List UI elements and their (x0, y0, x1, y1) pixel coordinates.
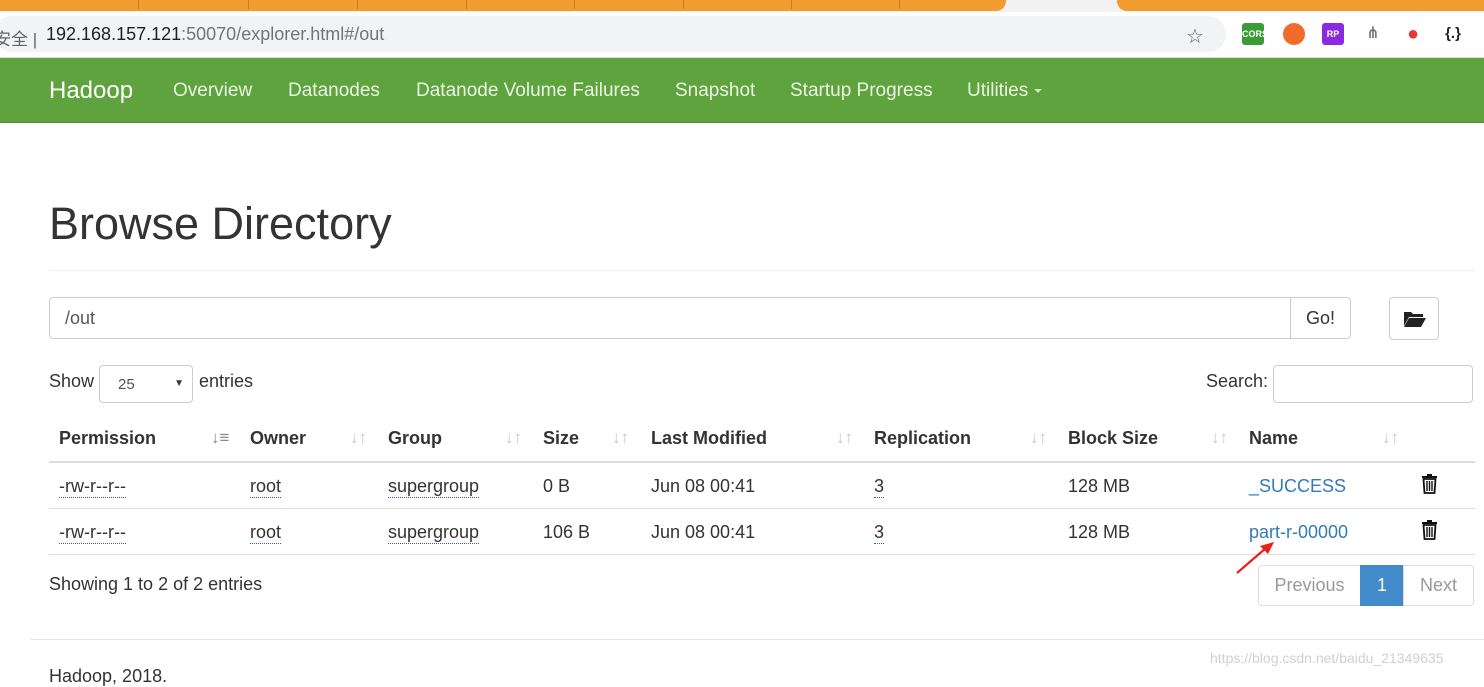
tab-separator (466, 0, 467, 9)
caret-down-icon (1034, 88, 1043, 93)
owner-cell[interactable]: root (250, 476, 282, 498)
url-host: 192.168.157.121 (46, 24, 182, 44)
tab-separator (899, 0, 900, 9)
nav-datanodes[interactable]: Datanodes (288, 80, 380, 102)
url-path: :50070/explorer.html#/out (181, 24, 385, 44)
cors-extension-icon[interactable]: CORS (1242, 23, 1268, 45)
tab-separator (357, 0, 358, 9)
browser-tab-strip (0, 0, 1484, 12)
hadoop-navbar: Hadoop Overview Datanodes Datanode Volum… (0, 58, 1484, 123)
sort-ascending-icon[interactable]: ↓≡ (211, 428, 229, 448)
block-size-cell: 128 MB (1068, 476, 1131, 496)
browser-tab-group[interactable] (0, 0, 1006, 11)
rp-extension-icon[interactable]: RP (1322, 23, 1344, 45)
column-header-permission[interactable]: Permission (59, 428, 156, 449)
entries-select-value: 25 (118, 376, 135, 393)
trash-icon[interactable] (1421, 520, 1438, 540)
replication-cell[interactable]: 3 (874, 476, 885, 498)
address-bar[interactable]: 安全 | 192.168.157.121:50070/explorer.html… (0, 16, 1226, 52)
bookmark-star-icon[interactable]: ☆ (1186, 24, 1204, 49)
column-header-replication[interactable]: Replication (874, 428, 971, 449)
select-arrow-icon: ▼ (174, 378, 184, 389)
column-header-group[interactable]: Group (388, 428, 442, 449)
sort-icon[interactable]: ↓↑ (1382, 428, 1399, 448)
show-label: Show (49, 371, 95, 391)
watermark: https://blog.csdn.net/baidu_21349635 (1210, 650, 1444, 666)
browser-tab-group[interactable] (1117, 0, 1484, 11)
trash-icon[interactable] (1421, 474, 1438, 494)
divider (49, 270, 1475, 271)
sort-icon[interactable]: ↓↑ (1211, 428, 1228, 448)
page-title: Browse Directory (49, 198, 392, 249)
search-input[interactable] (1273, 365, 1473, 403)
footer-divider (30, 639, 1484, 640)
create-directory-button[interactable] (1389, 297, 1439, 340)
search-label: Search: (1206, 371, 1269, 391)
nav-overview[interactable]: Overview (173, 80, 252, 102)
entries-per-page-select[interactable]: 25 ▼ (99, 365, 193, 403)
nav-startup-progress[interactable]: Startup Progress (790, 80, 933, 102)
previous-page-button[interactable]: Previous (1258, 565, 1361, 606)
brand-logo[interactable]: Hadoop (49, 77, 133, 105)
owner-cell[interactable]: root (250, 522, 282, 544)
nav-datanode-volume-failures[interactable]: Datanode Volume Failures (416, 80, 640, 102)
directory-path-input[interactable]: /out (49, 297, 1291, 339)
location-extension-icon[interactable]: ● (1402, 23, 1424, 45)
security-indicator[interactable]: 安全 | (0, 25, 37, 50)
replication-cell[interactable]: 3 (874, 522, 885, 544)
sort-icon[interactable]: ↓↑ (350, 428, 367, 448)
sort-icon[interactable]: ↓↑ (612, 428, 629, 448)
tab-separator (791, 0, 792, 9)
permission-cell[interactable]: -rw-r--r-- (59, 476, 126, 498)
go-button[interactable]: Go! (1290, 297, 1351, 339)
column-header-owner[interactable]: Owner (250, 428, 306, 449)
column-header-block-size[interactable]: Block Size (1068, 428, 1158, 449)
url-text[interactable]: 192.168.157.121:50070/explorer.html#/out (46, 24, 384, 45)
size-cell: 106 B (543, 522, 591, 542)
column-header-last-modified[interactable]: Last Modified (651, 428, 767, 449)
file-name-link[interactable]: _SUCCESS (1249, 476, 1346, 497)
json-extension-icon[interactable]: {.} (1442, 23, 1464, 45)
folder-open-icon (1404, 312, 1426, 327)
lifebuoy-extension-icon[interactable] (1283, 23, 1305, 45)
size-cell: 0 B (543, 476, 571, 496)
permission-cell[interactable]: -rw-r--r-- (59, 522, 126, 544)
sort-icon[interactable]: ↓↑ (836, 428, 853, 448)
modified-cell: Jun 08 00:41 (651, 522, 756, 542)
browser-toolbar: 安全 | 192.168.157.121:50070/explorer.html… (0, 12, 1484, 58)
entries-label: entries (199, 371, 254, 391)
sort-icon[interactable]: ↓↑ (505, 428, 522, 448)
table-info: Showing 1 to 2 of 2 entries (49, 574, 263, 594)
next-page-button[interactable]: Next (1403, 565, 1474, 606)
column-header-size[interactable]: Size (543, 428, 579, 449)
table-header-divider (49, 461, 1475, 463)
modified-cell: Jun 08 00:41 (651, 476, 756, 496)
group-cell[interactable]: supergroup (388, 476, 480, 498)
group-cell[interactable]: supergroup (388, 522, 480, 544)
page-1-button[interactable]: 1 (1360, 565, 1404, 606)
tab-separator (248, 0, 249, 9)
tab-separator (138, 0, 139, 9)
nav-utilities[interactable]: Utilities (967, 80, 1043, 102)
sitemap-extension-icon[interactable]: ⋔ (1362, 23, 1384, 45)
tab-separator (683, 0, 684, 9)
nav-snapshot[interactable]: Snapshot (675, 80, 755, 102)
block-size-cell: 128 MB (1068, 522, 1131, 542)
row-divider (49, 508, 1475, 509)
footer-text: Hadoop, 2018. (49, 666, 168, 686)
tab-separator (574, 0, 575, 9)
column-header-name[interactable]: Name (1249, 428, 1298, 449)
sort-icon[interactable]: ↓↑ (1030, 428, 1047, 448)
nav-utilities-label: Utilities (967, 80, 1029, 101)
